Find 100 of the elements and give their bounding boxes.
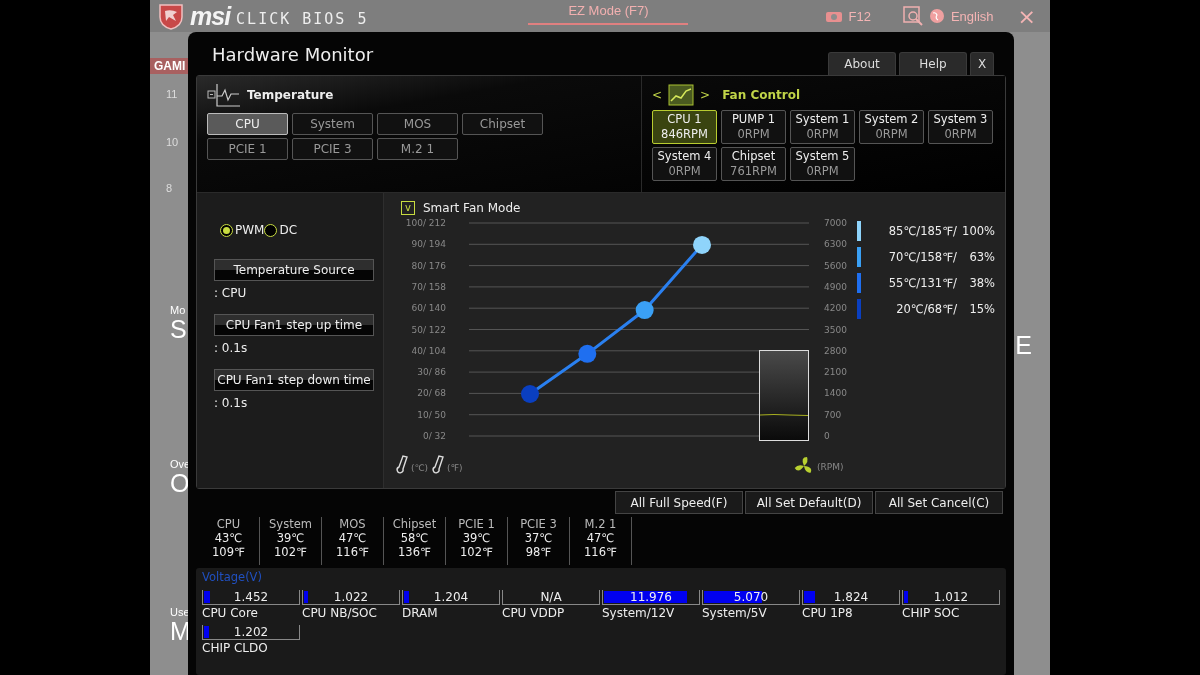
fan-icon <box>794 457 812 474</box>
brand-logo: msi <box>190 1 231 31</box>
setting-button[interactable]: CPU Fan1 step up time <box>214 314 374 336</box>
temperature-fahrenheit: 98℉ <box>525 545 552 559</box>
window-title: Hardware Monitor <box>211 44 374 65</box>
temperature-tick-label: 80/ 176 <box>411 260 446 271</box>
unit-label: (℉) <box>447 463 463 473</box>
background-text: 8 <box>165 182 174 194</box>
setting-value: : 0.1s <box>214 396 248 410</box>
radio-label: DC <box>279 223 298 237</box>
checkbox[interactable]: v <box>401 201 415 215</box>
section-title: Temperature <box>247 88 334 102</box>
setting-value: : 0.1s <box>214 341 248 355</box>
radio-label: PWM <box>235 223 265 237</box>
previous-arrow[interactable]: < <box>652 88 663 102</box>
setting-button[interactable]: Temperature Source <box>214 259 374 281</box>
voltage-reading: 1.452 <box>233 590 269 604</box>
temperature-fahrenheit: 102℉ <box>460 545 493 559</box>
next-arrow[interactable]: > <box>700 88 711 102</box>
temperature-celsius: 47℃ <box>338 531 367 545</box>
setting-button[interactable]: CPU Fan1 step down time <box>214 369 374 391</box>
legend-temperature: 85℃/185℉/ <box>887 224 957 238</box>
legend-percent: 63% <box>968 250 995 264</box>
rpm-tick-label: 2800 <box>824 345 847 356</box>
sensor-tab[interactable]: PCIE 1 <box>207 138 288 160</box>
temperature-tick-label: 50/ 122 <box>411 324 446 335</box>
voltage-reading: 1.824 <box>833 590 869 604</box>
unit-label: (RPM) <box>817 462 844 472</box>
voltage-reading: N/A <box>540 590 562 604</box>
product-name: CLICK BIOS 5 <box>236 10 369 28</box>
background-text: 10 <box>165 136 180 148</box>
thermometer-icon <box>432 455 444 474</box>
temperature-tick-label: 30/ 86 <box>417 367 446 378</box>
curve-point <box>578 344 597 363</box>
fan-tile[interactable]: PUMP 1 0RPM <box>721 110 786 144</box>
fan-tile[interactable]: System 2 0RPM <box>859 110 924 144</box>
voltage-reading: 11.976 <box>630 590 672 604</box>
background-text: 11 <box>165 88 179 100</box>
radio-button[interactable] <box>264 223 278 237</box>
temperature-graph-icon <box>207 83 241 107</box>
fan-tile[interactable]: CPU 1 846RPM <box>652 110 717 144</box>
sensor-name: M.2 1 <box>584 517 617 531</box>
temperature-fahrenheit: 116℉ <box>584 545 617 559</box>
voltage-reading: 1.022 <box>333 590 369 604</box>
rpm-tick-label: 4900 <box>824 281 847 292</box>
temperature-tick-label: 70/ 158 <box>411 281 446 292</box>
rpm-tick-label: 1400 <box>824 388 847 399</box>
fan-tile[interactable]: Chipset 761RPM <box>721 147 786 181</box>
background-text: E <box>1014 332 1033 358</box>
temperature-fahrenheit: 102℉ <box>274 545 307 559</box>
voltage-reading: 1.012 <box>933 590 969 604</box>
fan-tile[interactable]: System 5 0RPM <box>790 147 855 181</box>
action-button[interactable]: All Set Cancel(C) <box>875 491 1003 514</box>
voltage-label: System/12V <box>602 606 676 620</box>
fan-tile[interactable]: System 1 0RPM <box>790 110 855 144</box>
thermometer-icon <box>396 455 408 474</box>
background-text: Mo <box>169 304 187 316</box>
sensor-tab[interactable]: MOS <box>377 113 458 135</box>
dialog-button[interactable]: Help <box>899 52 967 75</box>
sensor-tab[interactable]: PCIE 3 <box>292 138 373 160</box>
fan-tile[interactable]: System 3 0RPM <box>928 110 993 144</box>
temperature-tick-label: 90/ 194 <box>411 239 446 250</box>
sensor-tab[interactable]: System <box>292 113 373 135</box>
dialog-button[interactable]: About <box>828 52 896 75</box>
setting-value: : CPU <box>214 286 247 300</box>
temperature-tick-label: 10/ 50 <box>417 409 446 420</box>
close-button[interactable]: X <box>970 52 994 75</box>
rpm-tick-label: 5600 <box>824 260 847 271</box>
rpm-tick-label: 700 <box>824 409 842 420</box>
action-button[interactable]: All Full Speed(F) <box>615 491 743 514</box>
curve-point <box>693 235 711 254</box>
temperature-celsius: 39℃ <box>462 531 491 545</box>
background-text: O <box>169 470 191 496</box>
legend-temperature: 20℃/68℉/ <box>895 302 957 316</box>
sensor-tab[interactable]: M.2 1 <box>377 138 458 160</box>
rpm-tick-label: 4200 <box>824 303 847 314</box>
temperature-fahrenheit: 116℉ <box>336 545 369 559</box>
legend-temperature: 55℃/131℉/ <box>887 276 957 290</box>
temperature-tick-label: 100/ 212 <box>405 218 446 228</box>
temperature-tick-label: 40/ 104 <box>411 345 446 356</box>
action-button[interactable]: All Set Default(D) <box>745 491 873 514</box>
rpm-tick-label: 2100 <box>824 367 847 378</box>
sensor-tab[interactable]: CPU <box>207 113 288 135</box>
fan-tile[interactable]: System 4 0RPM <box>652 147 717 181</box>
voltage-label: CHIP CLDO <box>202 641 269 655</box>
rpm-tick-label: 3500 <box>824 324 847 335</box>
sensor-name: System <box>269 517 312 531</box>
rpm-tick-label: 0 <box>824 431 830 441</box>
temperature-tick-label: 60/ 140 <box>411 303 446 314</box>
voltage-label: CPU 1P8 <box>802 606 854 620</box>
sensor-name: CPU <box>216 517 241 531</box>
radio-button[interactable] <box>220 223 233 237</box>
section-title: Voltage(V) <box>202 570 263 584</box>
sensor-name: PCIE 1 <box>458 517 495 531</box>
sensor-tab[interactable]: Chipset <box>462 113 543 135</box>
checkbox-label: Smart Fan Mode <box>423 201 521 215</box>
section-title: Fan Control <box>722 88 801 102</box>
curve-point <box>635 301 654 320</box>
voltage-reading: 1.204 <box>433 590 469 604</box>
sensor-name: PCIE 3 <box>520 517 557 531</box>
